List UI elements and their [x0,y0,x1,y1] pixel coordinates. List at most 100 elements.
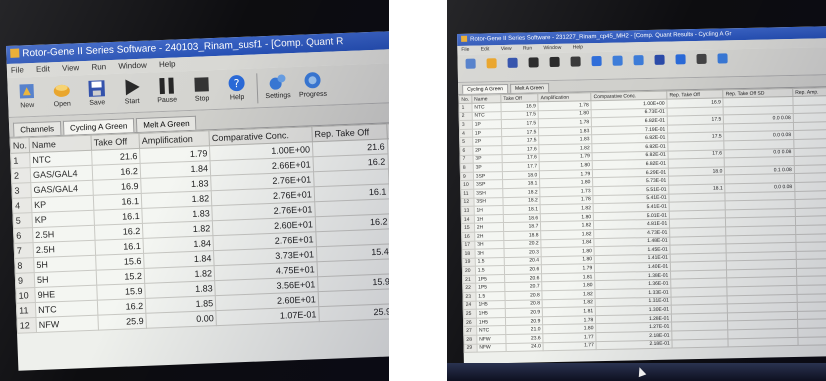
progress-button[interactable]: Progress [297,68,328,103]
open-button[interactable] [482,56,500,80]
table-cell: 6 [459,146,473,156]
table-cell: 27 [463,326,477,336]
save-icon [85,77,108,100]
table-cell: 18 [462,249,475,259]
cursor-button[interactable] [692,51,710,75]
tab-channels[interactable]: Channels [12,120,62,137]
table-cell: 16 [461,232,475,241]
left-results-table: No. Name Take Off Amplification Comparative … [9,122,389,334]
stop-icon [190,73,213,96]
open-button[interactable]: Open [46,78,77,113]
settings-button[interactable] [608,53,626,77]
app-icon [461,35,468,42]
table-cell: 4 [12,197,32,214]
progress-icon [301,68,324,91]
play-button[interactable] [524,55,542,79]
menu-edit[interactable]: Edit [481,46,490,52]
menu-run[interactable]: Run [91,62,106,72]
settings-button[interactable]: Settings [262,70,293,105]
table-cell: 4 [459,128,473,138]
table-cell: 25.9 [97,313,147,331]
help-button[interactable]: ? Help [221,71,252,106]
table-cell: 2 [459,111,473,121]
right-window-title: Rotor-Gene II Series Software - 231227_R… [470,31,732,43]
export-button[interactable] [713,51,731,75]
settings-label: Settings [265,91,291,100]
menu-file[interactable]: File [11,65,24,74]
table-cell: 1 [10,152,31,169]
pause-button[interactable]: Pause [151,74,182,109]
table-cell: 21 [462,275,476,284]
stop-button[interactable] [566,54,584,78]
new-label: New [20,101,35,109]
save-icon [505,55,519,69]
menu-help[interactable]: Help [159,60,176,70]
save-button[interactable]: Save [81,76,112,111]
help-button[interactable] [587,53,605,77]
menu-window[interactable]: Window [118,61,147,71]
toolbar-separator [256,72,259,103]
app-icon [10,48,20,58]
stop-button[interactable]: Stop [186,72,217,107]
hide-button[interactable] [650,52,668,76]
table-cell [797,336,826,346]
menu-file[interactable]: File [461,47,469,53]
new-button[interactable] [461,56,479,80]
hide-icon [652,52,666,66]
table-cell: 5 [459,137,473,147]
save-button[interactable] [503,55,521,79]
open-label: Open [53,100,71,108]
menu-window[interactable]: Window [543,45,561,51]
help-icon: ? [225,71,248,94]
table-cell: 17 [461,240,475,250]
menu-run[interactable]: Run [523,45,532,51]
table-cell: 10 [15,287,36,304]
play-icon [526,55,540,69]
table-cell: 25 [463,309,477,319]
table-cell: 23 [462,292,476,302]
menu-edit[interactable]: Edit [36,64,50,74]
table-cell: 12 [16,317,37,334]
table-cell [728,337,798,348]
table-cell: 11 [460,189,474,198]
table-cell: 1 [458,103,472,113]
table-cell: 1.77 [543,341,597,351]
table-cell: 10 [460,180,474,190]
menu-help[interactable]: Help [573,44,583,50]
table-cell: 11 [16,302,36,319]
cursor-icon [694,51,708,65]
pause-icon [547,54,561,68]
help-icon [589,53,603,67]
new-button[interactable]: New [11,79,42,114]
tab-melt-a-green[interactable]: Melt A Green [136,115,197,133]
right-software-window: Rotor-Gene II Series Software - 231227_R… [457,26,826,364]
new-icon [15,79,38,102]
photo-gap [389,0,447,381]
table-cell: 2.18E-01 [596,339,673,350]
svg-text:?: ? [233,77,239,90]
save-label: Save [89,98,106,107]
table-cell: 25.9 [318,303,389,322]
pause-icon [155,74,178,97]
tab-cycling-a-green[interactable]: Cycling A Green [462,83,509,94]
progress-button[interactable] [629,53,647,77]
start-button[interactable]: Start [116,75,147,110]
report-icon [673,52,687,66]
tab-cycling-a-green[interactable]: Cycling A Green [62,118,135,135]
pause-button[interactable] [545,54,563,78]
table-cell: 24 [463,300,477,310]
report-button[interactable] [671,52,689,76]
right-results-table: No. Name Take Off Amplification Comparative … [458,87,826,354]
right-monitor-photo: Rotor-Gene II Series Software - 231227_R… [447,0,826,381]
table-cell: 22 [462,283,476,293]
tab-melt-a-green[interactable]: Melt A Green [509,83,550,93]
table-cell: 9 [460,171,474,181]
pause-label: Pause [157,95,178,104]
menu-view[interactable]: View [501,46,512,52]
column-header[interactable]: No. [10,137,30,154]
left-monitor-photo: Rotor-Gene II Series Software - 240103_R… [0,0,389,381]
table-cell: 8 [460,163,474,173]
stop-icon [568,54,582,68]
menu-view[interactable]: View [62,63,80,73]
table-cell: 12 [460,197,474,207]
